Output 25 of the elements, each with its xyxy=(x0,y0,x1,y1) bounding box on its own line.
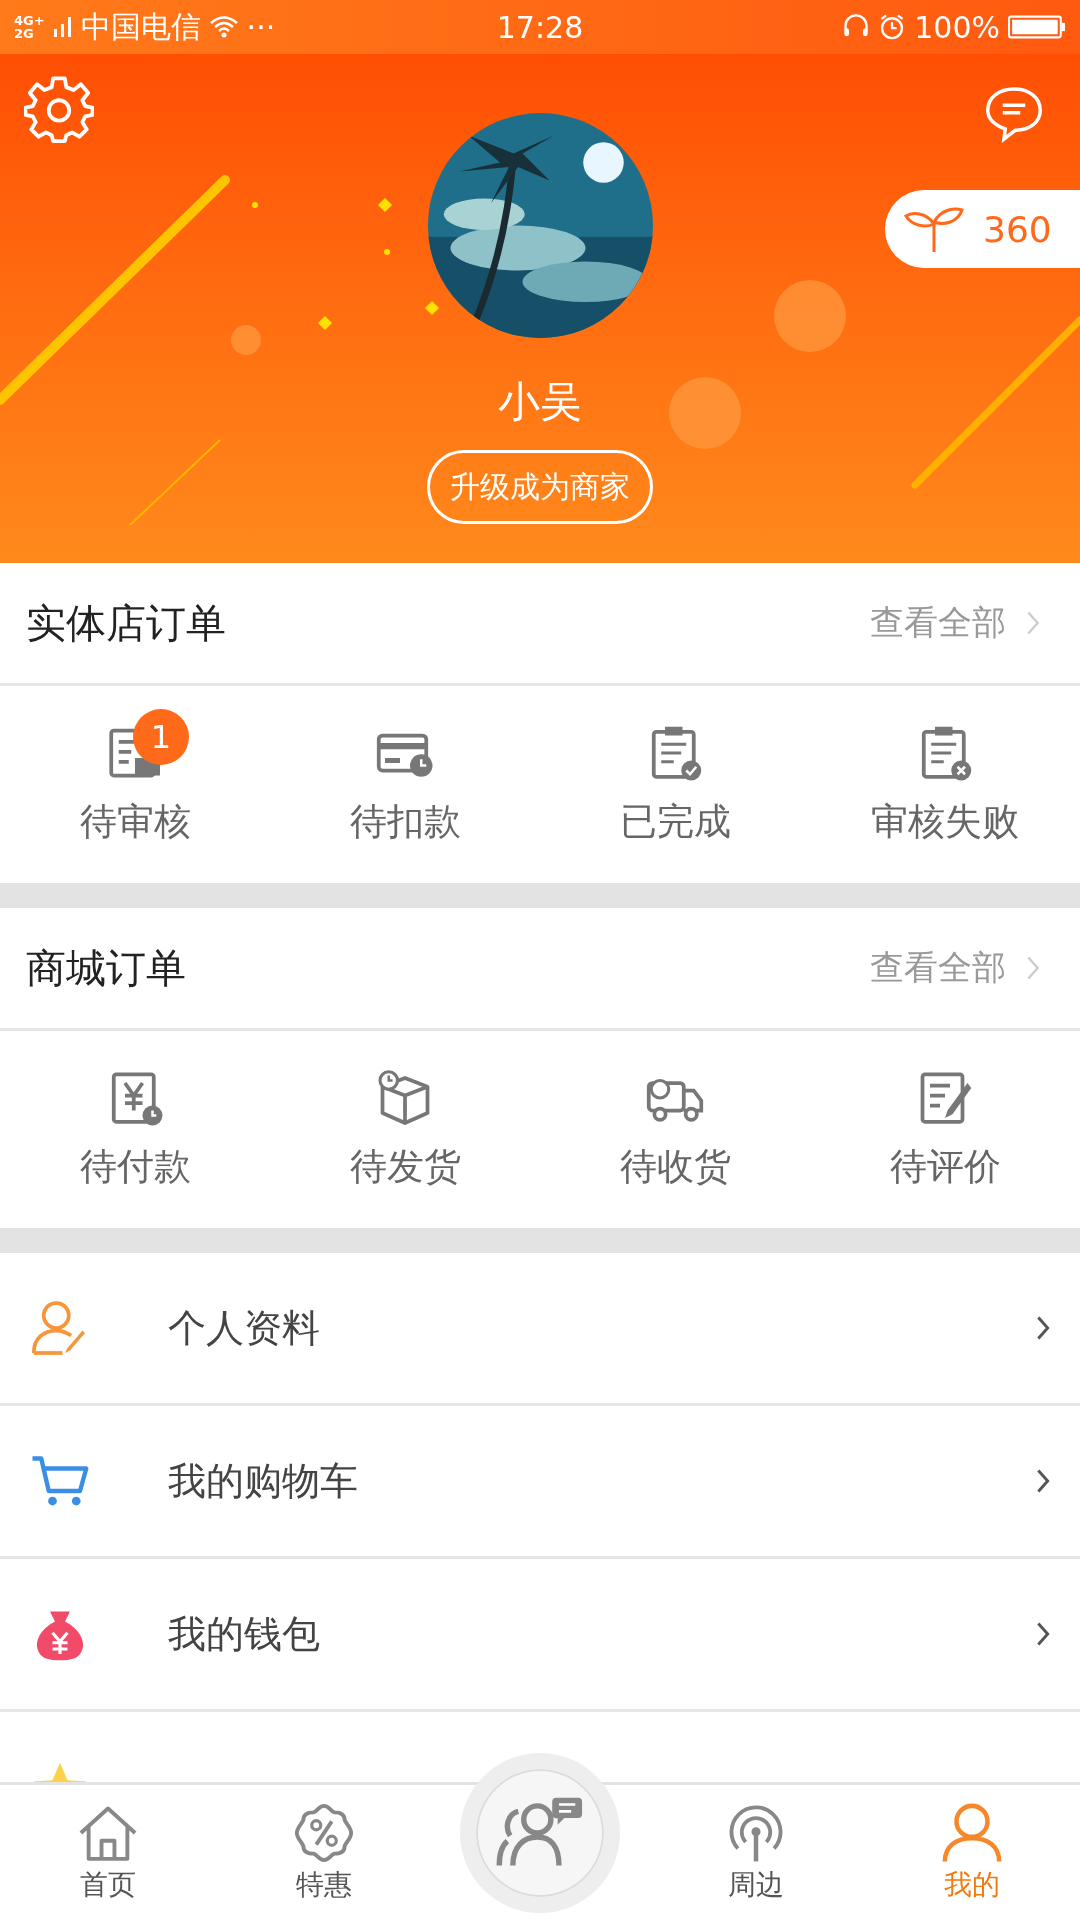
tab-item[interactable]: 首页 xyxy=(0,1785,216,1920)
count-badge: 1 xyxy=(133,708,189,765)
tab-item[interactable]: 特惠 xyxy=(216,1785,432,1920)
chevron-right-icon xyxy=(1036,1315,1050,1341)
network-type: 4G+ 2G xyxy=(14,14,45,40)
battery-icon xyxy=(1008,14,1066,40)
message-icon[interactable] xyxy=(984,84,1044,144)
battery-percentage: 100% xyxy=(914,9,1000,45)
sprout-icon xyxy=(903,204,965,254)
chevron-right-icon xyxy=(1026,954,1040,982)
clock-time: 17:28 xyxy=(496,9,584,45)
chevron-right-icon xyxy=(1026,609,1040,637)
section-title: 实体店订单 xyxy=(26,598,226,648)
percent-badge-icon xyxy=(293,1801,355,1864)
more-indicator: ··· xyxy=(246,9,276,45)
chevron-right-icon xyxy=(1036,1621,1050,1647)
chevron-right-icon xyxy=(1036,1468,1050,1494)
user-name: 小吴 xyxy=(498,376,582,428)
tab-item[interactable]: 周边 xyxy=(648,1785,864,1920)
section-title: 商城订单 xyxy=(26,943,186,993)
settings-icon[interactable] xyxy=(24,74,94,144)
person-icon xyxy=(941,1801,1003,1864)
carrier-name: 中国电信 xyxy=(80,7,201,46)
signal-icon xyxy=(52,15,73,39)
wifi-icon xyxy=(208,15,239,39)
